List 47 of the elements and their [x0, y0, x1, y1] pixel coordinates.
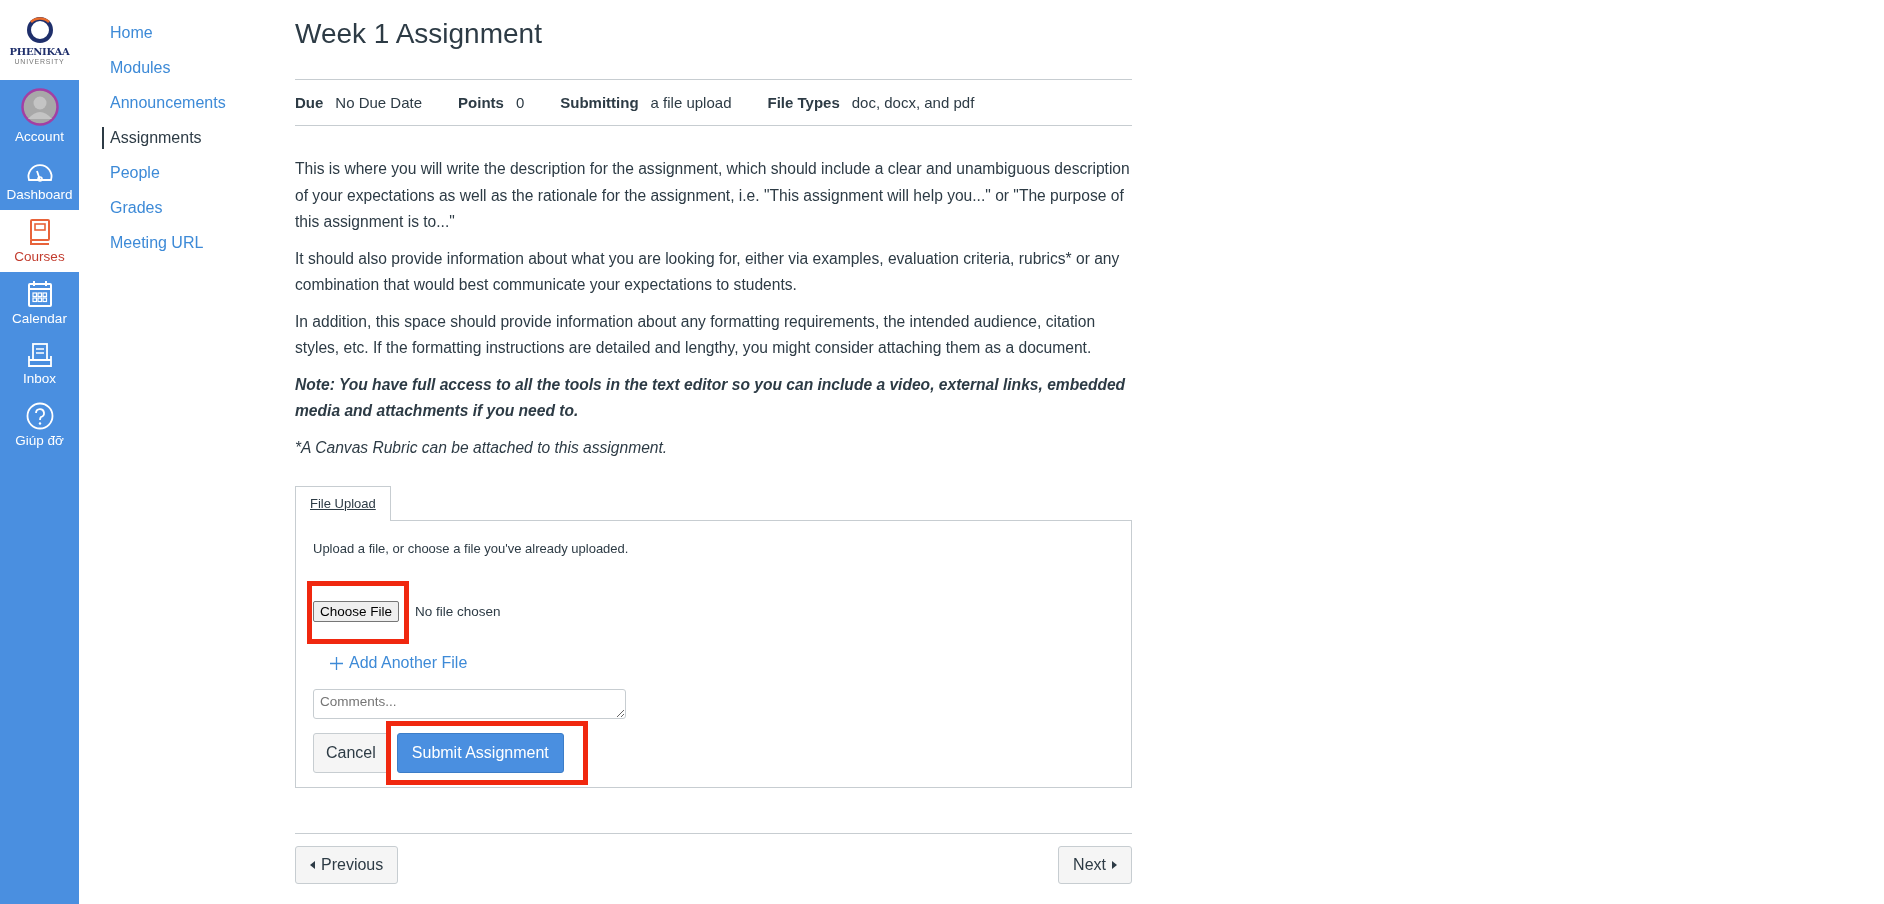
description-paragraph: This is where you will write the description for the assignment, which should include a clear and unambiguous description of your expectations as well as the rationale for the assignment, i.e. "This assignment will help you..." or "The purpose of this assignment is to..." — [295, 159, 1131, 232]
course-nav-link[interactable]: Assignments — [102, 127, 295, 149]
detail-value: No Due Date — [335, 94, 423, 111]
course-nav-link[interactable]: Home — [102, 22, 295, 44]
help-icon — [25, 402, 54, 430]
course-nav-link[interactable]: Grades — [102, 197, 295, 219]
book-icon — [28, 218, 51, 246]
inbox-icon — [26, 342, 53, 368]
course-nav-link[interactable]: Announcements — [102, 92, 295, 114]
detail-label: Due — [295, 94, 324, 111]
previous-button[interactable]: Previous — [295, 846, 399, 884]
nav-item[interactable]: Courses — [0, 210, 79, 272]
description-paragraph: Note: You have full access to all the tools in the text editor so you can include a video, external links, embedded media and attachments if you need to. — [295, 374, 1127, 421]
nav-item[interactable]: Dashboard — [0, 152, 79, 210]
page-title: Week 1 Assignment — [295, 18, 542, 50]
nav-item[interactable]: Account — [0, 80, 79, 152]
detail-label: Submitting — [560, 94, 639, 111]
description-paragraph: In addition, this space should provide information about any formatting requirements, the intended audience, citation styles, etc. If the formatting instructions are detailed and lengthy, you might consider attaching them as a document. — [295, 311, 1097, 358]
nav-item[interactable]: Inbox — [0, 334, 79, 394]
cancel-button[interactable]: Cancel — [313, 733, 389, 773]
detail-label: Points — [458, 94, 504, 111]
detail-value: doc, docx, and pdf — [851, 94, 975, 111]
submit-button[interactable]: Submit Assignment — [396, 733, 564, 773]
logo-icon — [24, 15, 55, 45]
nav-item[interactable]: Calendar — [0, 272, 79, 334]
detail-label: File Types — [767, 94, 840, 111]
upload-instructions: Upload a file, or choose a file you've already uploaded. — [313, 541, 629, 556]
description-paragraph: It should also provide information about what you are looking for, either via examples, evaluation criteria, rubrics* or any combination that would best communicate your expectations to students. — [295, 248, 1121, 295]
caret-left-icon — [310, 861, 315, 869]
logo-name: PHENIKAA — [9, 46, 70, 57]
detail-value: 0 — [515, 94, 525, 111]
course-nav-link[interactable]: Meeting URL — [102, 232, 295, 254]
nav-item[interactable]: Giúp đỡ — [0, 394, 79, 456]
calendar-icon — [26, 280, 53, 308]
caret-right-icon — [1112, 861, 1117, 869]
detail-value: a file upload — [650, 94, 732, 111]
description-paragraph: *A Canvas Rubric can be attached to this assignment. — [295, 437, 669, 458]
plus-icon — [330, 656, 343, 670]
next-button[interactable]: Next — [1058, 846, 1132, 884]
file-status: No file chosen — [415, 604, 501, 619]
course-nav-link[interactable]: Modules — [102, 57, 295, 79]
choose-file-button[interactable]: Choose File — [313, 601, 400, 622]
add-file-link[interactable]: Add Another File — [330, 654, 468, 672]
avatar-icon — [20, 88, 59, 126]
comments-field[interactable]: Comments... — [313, 689, 626, 719]
course-nav-link[interactable]: People — [102, 162, 295, 184]
file-upload-tab[interactable]: File Upload — [295, 486, 391, 521]
